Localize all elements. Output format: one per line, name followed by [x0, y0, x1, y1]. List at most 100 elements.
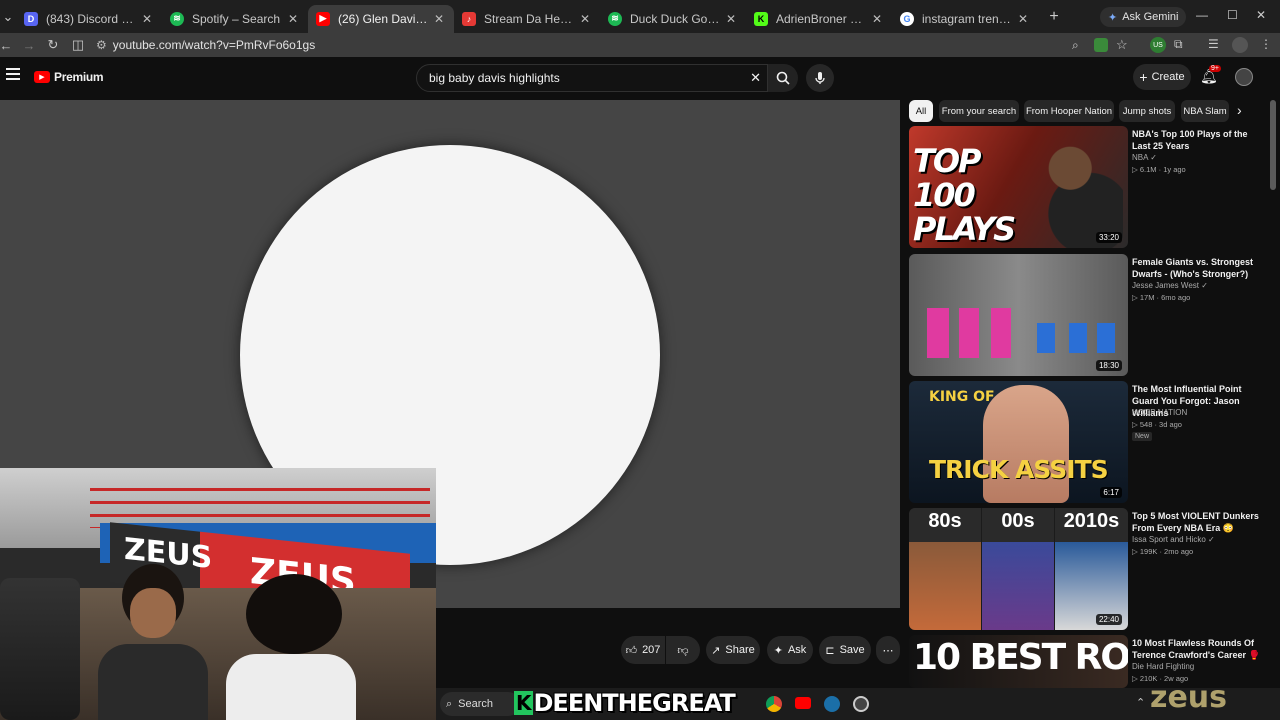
close-tab-icon[interactable]: ✕ [286, 12, 300, 26]
browser-tab-stream-da-herm[interactable]: ♪ Stream Da Herm music | List ✕ [454, 5, 600, 33]
dislike-button[interactable]: 👎︎ [666, 636, 700, 664]
video-thumbnail[interactable]: 10 BEST ROUNDS [909, 635, 1128, 688]
create-button[interactable]: + Create [1133, 64, 1191, 90]
browser-tab-google[interactable]: G instagram trent mason - Go ✕ [892, 5, 1038, 33]
share-label: Share [725, 644, 755, 656]
players-image [1027, 134, 1123, 248]
notifications-button[interactable]: 🔔︎ 9+ [1200, 65, 1221, 86]
video-title[interactable]: NBA's Top 100 Plays of the Last 25 Years [1132, 128, 1260, 152]
video-title[interactable]: Female Giants vs. Strongest Dwarfs - (Wh… [1132, 256, 1260, 280]
sidebar-toggle-icon[interactable]: ◫ [66, 37, 90, 53]
account-avatar[interactable] [1235, 68, 1253, 86]
video-thumbnail[interactable]: 80s 00s 2010s 22:40 [909, 508, 1128, 630]
vpn-extension-icon[interactable]: US [1150, 37, 1166, 53]
zoom-icon[interactable]: ⌕ [1072, 38, 1079, 53]
tab-title: Spotify – Search [192, 11, 281, 26]
discord-icon: D [24, 11, 38, 26]
video-title[interactable]: Top 5 Most VIOLENT Dunkers From Every NB… [1132, 510, 1260, 534]
recommended-video[interactable]: TOP 100 PLAYS 33:20 NBA's Top 100 Plays … [909, 126, 1264, 248]
channel-name[interactable]: Die Hard Fighting [1132, 662, 1194, 671]
recommended-video[interactable]: 18:30 Female Giants vs. Strongest Dwarfs… [909, 254, 1264, 376]
chip-nba-slam[interactable]: NBA Slam [1181, 100, 1229, 122]
chip-all[interactable]: All [909, 100, 933, 122]
close-tab-icon[interactable]: ✕ [1016, 12, 1030, 26]
taskbar-search[interactable]: ⌕ Search [440, 692, 520, 716]
microphone-icon [815, 72, 825, 84]
video-meta: ▷ 199K · 2mo ago [1132, 547, 1193, 556]
tab-title: Stream Da Herm music | List [484, 11, 574, 26]
back-arrow-icon[interactable]: ← [0, 38, 18, 53]
thumbs-up-icon: 👍︎ [625, 644, 638, 657]
maximize-window-icon[interactable]: ☐ [1227, 8, 1238, 22]
address-bar[interactable]: ⚙ youtube.com/watch?v=PmRvFo6o1gs [96, 33, 1136, 57]
person-right [220, 574, 360, 720]
share-button[interactable]: ↗ Share [706, 636, 760, 664]
chip-from-your-search[interactable]: From your search [939, 100, 1019, 122]
obs-icon[interactable] [853, 696, 869, 712]
browser-tab-kick[interactable]: K AdrienBroner Stream - Watc ✕ [746, 5, 892, 33]
reading-list-icon[interactable]: ☰ [1208, 37, 1219, 51]
channel-name-text: NBA [1132, 153, 1149, 162]
new-tab-button[interactable]: + [1042, 8, 1066, 26]
search-button[interactable] [768, 64, 798, 92]
minimize-window-icon[interactable]: — [1196, 8, 1208, 22]
close-tab-icon[interactable]: ✕ [432, 12, 446, 26]
close-window-icon[interactable]: ✕ [1256, 8, 1266, 22]
ask-gemini-button[interactable]: ✦ Ask Gemini [1100, 7, 1187, 27]
save-button[interactable]: ⊏ Save [819, 636, 871, 664]
video-thumbnail[interactable]: TOP 100 PLAYS 33:20 [909, 126, 1128, 248]
channel-name[interactable]: Issa Sport and Hicko ✓ [1132, 535, 1215, 544]
browser-tab-discord[interactable]: D (843) Discord | # 😀 | reactio ✕ [16, 5, 162, 33]
forward-arrow-icon[interactable]: → [17, 38, 41, 53]
like-button[interactable]: 👍︎ 207 [621, 636, 665, 664]
tray-chevron-up-icon[interactable]: ⌃ [1136, 696, 1145, 709]
browser-tab-spotify[interactable]: ≋ Spotify – Search ✕ [162, 5, 308, 33]
close-tab-icon[interactable]: ✕ [140, 12, 154, 26]
voice-search-button[interactable] [806, 64, 834, 92]
views-play-icon: ▷ [1132, 165, 1140, 174]
search-input[interactable]: big baby davis highlights ✕ [416, 64, 768, 92]
search-icon [776, 71, 790, 85]
extensions-puzzle-icon[interactable]: ⧉ [1174, 37, 1183, 52]
video-meta: ▷ 548 · 3d ago [1132, 420, 1182, 429]
channel-name-text: Jesse James West [1132, 281, 1199, 290]
thumbnail-caption: 10 BEST ROUNDS [913, 637, 1128, 678]
reload-icon[interactable]: ↻ [41, 37, 65, 53]
browser-menu-icon[interactable]: ⋮ [1260, 37, 1272, 51]
verified-icon: ✓ [1208, 535, 1215, 544]
bookmark-star-icon[interactable]: ☆ [1116, 37, 1128, 53]
recommended-video[interactable]: 80s 00s 2010s 22:40 Top 5 Most VIOLENT D… [909, 508, 1264, 630]
channel-name[interactable]: NBA ✓ [1132, 153, 1157, 162]
channel-name[interactable]: Jesse James West ✓ [1132, 281, 1208, 290]
chip-jump-shots[interactable]: Jump shots [1119, 100, 1175, 122]
youtube-app-icon[interactable] [795, 697, 811, 709]
extension-icon[interactable] [1094, 38, 1108, 52]
channel-name[interactable]: HOOP NATION [1132, 408, 1187, 417]
clear-search-icon[interactable]: ✕ [750, 70, 761, 86]
chrome-icon[interactable] [766, 696, 782, 712]
page-scrollbar[interactable] [1270, 100, 1276, 190]
more-actions-button[interactable]: ⋯ [876, 636, 900, 664]
youtube-premium-logo[interactable]: ▶ Premium [34, 70, 104, 84]
player-face-image [983, 385, 1069, 503]
video-thumbnail[interactable]: KING OF TRICK ASSITS 6:17 [909, 381, 1128, 503]
browser-tab-youtube[interactable]: ▶ (26) Glen Davis Top 10 Plays ✕ [308, 4, 454, 33]
close-tab-icon[interactable]: ✕ [870, 12, 884, 26]
views-play-icon: ▷ [1132, 547, 1140, 556]
chip-from-hooper-nation[interactable]: From Hooper Nation [1024, 100, 1114, 122]
video-title[interactable]: 10 Most Flawless Rounds Of Terence Crawf… [1132, 637, 1260, 661]
ask-button[interactable]: ✦ Ask [767, 636, 813, 664]
tab-search-chevron-icon[interactable]: ⌄ [0, 9, 16, 25]
hamburger-menu-icon[interactable] [6, 68, 20, 80]
steam-icon[interactable] [824, 696, 840, 712]
video-thumbnail[interactable]: 18:30 [909, 254, 1128, 376]
chips-next-chevron-icon[interactable]: › [1237, 102, 1242, 118]
thumbnail-caption: TOP 100 PLAYS [913, 142, 1016, 248]
verified-icon: ✓ [1150, 153, 1157, 162]
site-settings-icon[interactable]: ⚙ [96, 38, 107, 52]
profile-avatar[interactable] [1232, 37, 1248, 53]
browser-tab-duck-duck-goose[interactable]: ≋ Duck Duck Goose - Single b ✕ [600, 5, 746, 33]
recommended-video[interactable]: KING OF TRICK ASSITS 6:17 The Most Influ… [909, 381, 1264, 503]
close-tab-icon[interactable]: ✕ [724, 12, 738, 26]
close-tab-icon[interactable]: ✕ [578, 12, 592, 26]
